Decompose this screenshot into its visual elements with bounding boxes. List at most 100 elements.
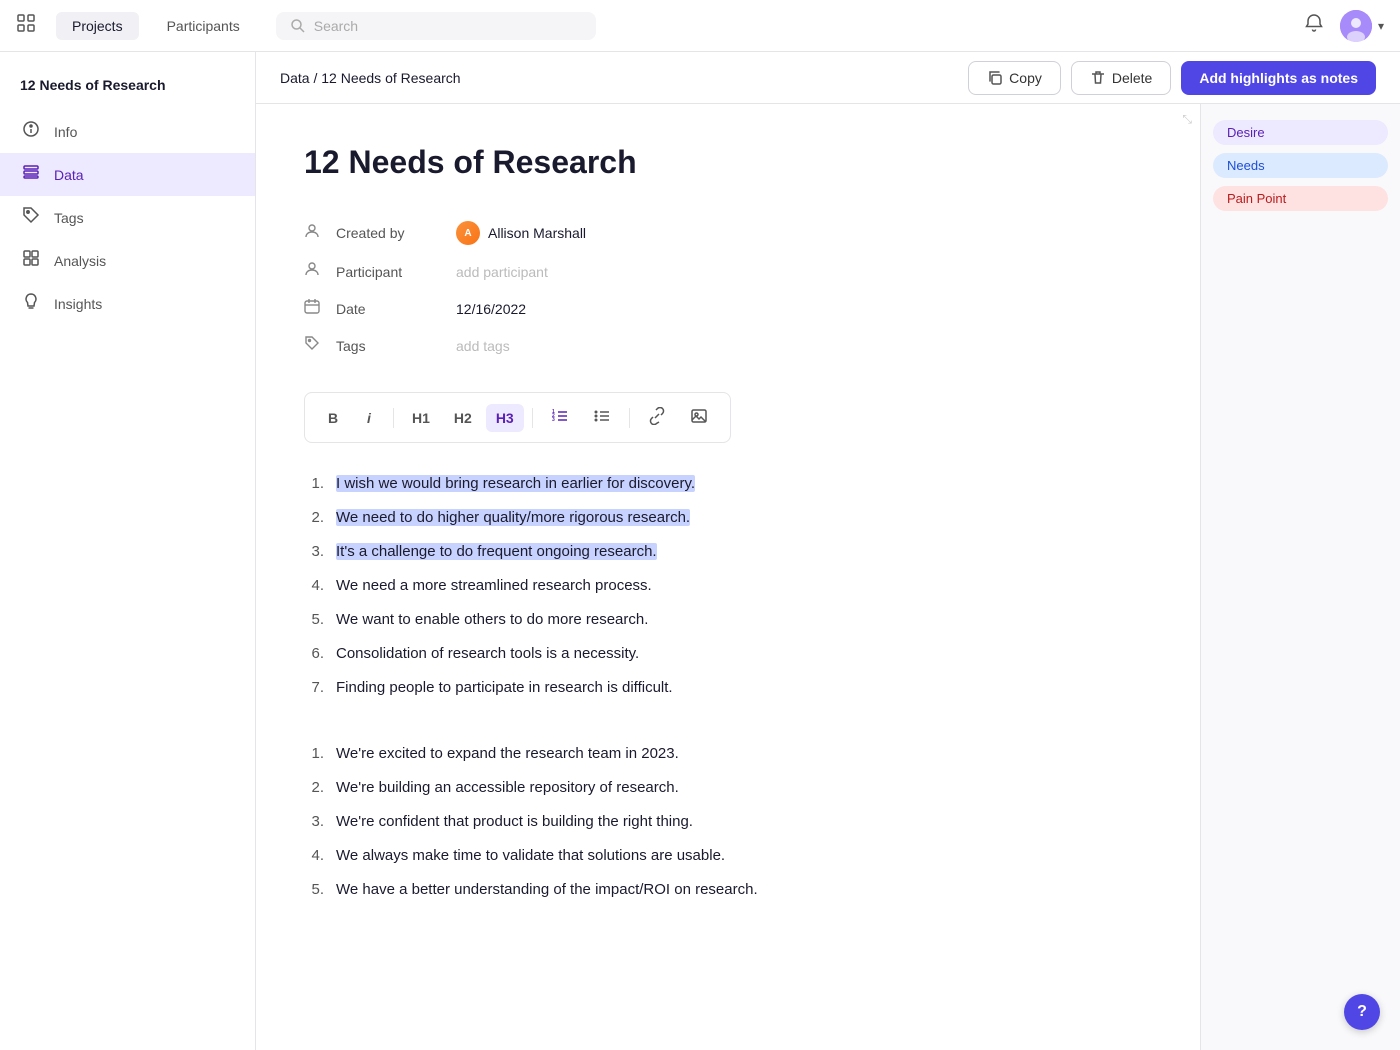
right-panel: Desire Needs Pain Point [1200,104,1400,1050]
sidebar-item-data[interactable]: Data [0,153,255,196]
sidebar-item-info-label: Info [54,124,77,140]
tag-icon [20,206,42,229]
delete-label: Delete [1112,70,1152,86]
grid-icon[interactable] [16,13,36,39]
analysis-icon [20,249,42,272]
sidebar-project-title: 12 Needs of Research [0,68,255,110]
date-value: 12/16/2022 [456,301,526,317]
sidebar-item-analysis-label: Analysis [54,253,106,269]
content-wrapper: ⤡ 12 Needs of Research Created by [256,104,1400,1050]
list-text: Consolidation of research tools is a nec… [336,642,1152,666]
nav-right: ▾ [1304,10,1384,42]
tags-value[interactable]: add tags [456,338,510,354]
list-item: 5. We have a better understanding of the … [304,873,1152,907]
search-icon [290,18,306,34]
toolbar-separator-3 [629,408,630,428]
list-item: 2. We're building an accessible repositor… [304,771,1152,805]
meta-row-created-by: Created by A Allison Marshall [304,213,1152,253]
link-button[interactable] [638,401,676,434]
sidebar-item-insights[interactable]: Insights [0,282,255,325]
sidebar: 12 Needs of Research Info Data [0,52,256,1050]
creator-name: Allison Marshall [488,225,586,241]
editor-area[interactable]: ⤡ 12 Needs of Research Created by [256,104,1200,1050]
list-number: 2. [304,776,324,800]
list-item: 3.We're confident that product is buildi… [304,805,1152,839]
sidebar-item-analysis[interactable]: Analysis [0,239,255,282]
tags-icon [304,335,336,356]
creator-avatar: A [456,221,480,245]
image-button[interactable] [680,401,718,434]
meta-table: Created by A Allison Marshall [304,213,1152,364]
delete-icon [1090,70,1106,86]
insights-icon [20,292,42,315]
list-item: 3. It's a challenge to do frequent ongoin… [304,535,1152,569]
breadcrumb-current: 12 Needs of Research [321,70,460,86]
list-text: We're building an accessible repository … [336,776,1152,800]
sidebar-item-insights-label: Insights [54,296,102,312]
list-item: 4.We need a more streamlined research pr… [304,569,1152,603]
sidebar-item-tags[interactable]: Tags [0,196,255,239]
meta-row-tags: Tags add tags [304,327,1152,364]
breadcrumb: Data / 12 Needs of Research [280,70,461,86]
user-menu[interactable]: ▾ [1340,10,1384,42]
avatar[interactable] [1340,10,1372,42]
list-number: 3. [304,810,324,834]
list-number: 1. [304,742,324,766]
bell-icon[interactable] [1304,13,1324,39]
participant-value[interactable]: add participant [456,264,548,280]
tag-pain[interactable]: Pain Point [1213,186,1388,211]
list-text: We always make time to validate that sol… [336,844,1152,868]
info-icon [20,120,42,143]
list-text: We need to do higher quality/more rigoro… [336,506,1152,530]
meta-row-date: Date 12/16/2022 [304,290,1152,327]
list-number: 3. [304,540,324,564]
ordered-list-icon: 1 2 3 [551,407,569,425]
h1-button[interactable]: H1 [402,404,440,432]
add-highlights-button[interactable]: Add highlights as notes [1181,61,1376,95]
italic-button[interactable]: i [353,404,385,432]
list-item: 7.Finding people to participate in resea… [304,671,1152,705]
ordered-list-button[interactable]: 1 2 3 [541,401,579,434]
list-item: 2.We need to do higher quality/more rigo… [304,501,1152,535]
help-button[interactable]: ? [1344,994,1380,1030]
list-number: 1. [304,472,324,496]
date-label: Date [336,301,456,317]
meta-row-participant: Participant add participant [304,253,1152,290]
unordered-list-icon [593,407,611,425]
list-item: 6. Consolidation of research tools is a n… [304,637,1152,671]
h3-button[interactable]: H3 [486,404,524,432]
unordered-list-button[interactable] [583,401,621,434]
date-icon [304,298,336,319]
list-item: 4.We always make time to validate that s… [304,839,1152,873]
svg-text:3: 3 [552,417,555,423]
sidebar-item-data-label: Data [54,167,84,183]
link-icon [648,407,666,425]
list-text: It's a challenge to do frequent ongoing … [336,540,1152,564]
avatar-image [1340,10,1372,42]
list-text: We need a more streamlined research proc… [336,574,1152,598]
toolbar-separator-1 [393,408,394,428]
list-number: 5. [304,878,324,902]
tags-label: Tags [336,338,456,354]
sidebar-item-info[interactable]: Info [0,110,255,153]
delete-button[interactable]: Delete [1071,61,1171,95]
editor-toolbar: B i H1 H2 H3 1 2 3 [304,392,731,443]
nav-tab-projects[interactable]: Projects [56,12,139,40]
nav-chevron-icon[interactable]: ▾ [1378,19,1384,33]
tag-desire[interactable]: Desire [1213,120,1388,145]
bold-button[interactable]: B [317,404,349,432]
list-number: 6. [304,642,324,666]
resize-handle[interactable]: ⤡ [1182,112,1192,127]
list-item: 5.We want to enable others to do more re… [304,603,1152,637]
image-icon [690,407,708,425]
layout: 12 Needs of Research Info Data [0,0,1400,1050]
list-item: 1.I wish we would bring research in earl… [304,467,1152,501]
data-icon [20,163,42,186]
list-text: We have a better understanding of the im… [336,878,1152,902]
copy-button[interactable]: Copy [968,61,1061,95]
top-nav: Projects Participants Search ▾ [0,0,1400,52]
tag-needs[interactable]: Needs [1213,153,1388,178]
h2-button[interactable]: H2 [444,404,482,432]
nav-tab-participants[interactable]: Participants [151,12,256,40]
search-bar[interactable]: Search [276,12,596,40]
